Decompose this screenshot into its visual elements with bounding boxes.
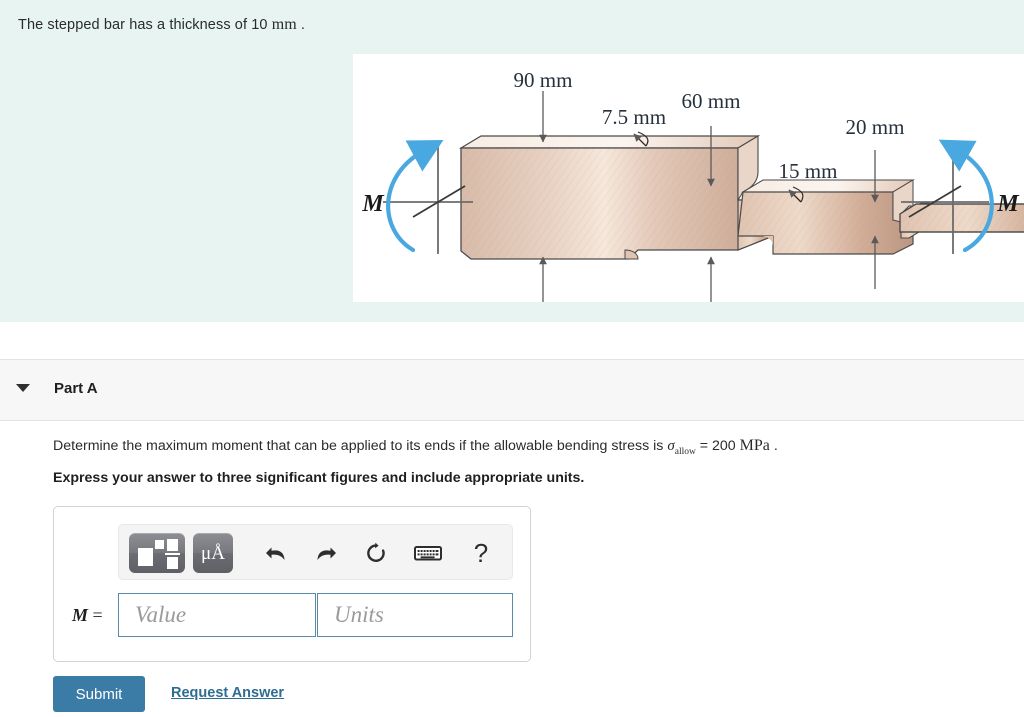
problem-statement-band: The stepped bar has a thickness of 10 mm… [0,0,1024,322]
moment-label-right: M [996,191,1020,217]
answer-entry-box: μÅ ? M = Value Units [53,506,531,662]
template-icon-glyph [129,533,185,573]
question-unit: MPa [739,437,770,454]
question-text-before: Determine the maximum moment that can be… [53,438,668,454]
moment-arrow-right [938,139,994,253]
units-input[interactable] [317,593,513,637]
redo-icon[interactable] [309,533,343,573]
statement-text-after: . [296,17,306,33]
sigma-glyph: σ [667,438,675,454]
problem-page: The stepped bar has a thickness of 10 mm… [0,0,1024,717]
section-spacer [0,322,1024,360]
answer-variable-symbol: M [72,605,89,625]
keyboard-icon-svg [414,546,442,561]
question-text: Determine the maximum moment that can be… [53,437,778,457]
bar-hatch-large [461,148,773,259]
submit-button[interactable]: Submit [53,676,145,712]
units-icon-glyph: μÅ [201,542,225,564]
sigma-symbol: σallow [667,438,696,457]
moment-arrow-left [386,139,444,253]
dim-label-60mm: 60 mm [682,89,741,113]
part-title: Part A [54,380,98,397]
template-icon[interactable] [129,533,185,573]
value-input[interactable] [118,593,316,637]
reset-icon[interactable] [359,533,393,573]
reset-icon-svg [367,542,385,562]
dim-label-7-5mm: 7.5 mm [602,105,666,129]
problem-statement-text: The stepped bar has a thickness of 10 mm… [18,16,305,34]
answer-instruction: Express your answer to three significant… [53,470,585,486]
stepped-bar-figure: 90 mm 7.5 mm 60 mm 15 mm 20 mm M M [353,54,1024,302]
undo-icon[interactable] [259,533,293,573]
collapse-caret-icon[interactable] [16,384,30,392]
keyboard-icon[interactable] [411,533,445,573]
answer-toolbar: μÅ ? [118,524,513,580]
request-answer-link[interactable]: Request Answer [171,685,284,701]
dim-label-15mm: 15 mm [779,159,838,183]
dim-label-90mm: 90 mm [514,68,573,92]
stepped-bar-diagram: 90 mm 7.5 mm 60 mm 15 mm 20 mm M M [361,68,1024,302]
statement-text-before: The stepped bar has a thickness of 10 [18,17,272,33]
bar-hatch-mid [738,192,913,254]
statement-unit: mm [271,16,297,33]
dim-label-20mm: 20 mm [846,115,905,139]
question-equals-value: = 200 [695,438,740,454]
bar-top-face-large [458,135,761,149]
answer-variable-label: M = [72,605,103,626]
question-text-after: . [769,438,778,454]
moment-label-left: M [361,191,385,217]
undo-icon-svg [266,547,285,560]
units-icon[interactable]: μÅ [193,533,233,573]
part-a-header[interactable]: Part A [0,360,1024,421]
answer-equals-sign: = [92,605,103,625]
sigma-subscript: allow [674,447,696,457]
help-icon[interactable]: ? [464,533,498,573]
redo-icon-svg [317,547,336,560]
